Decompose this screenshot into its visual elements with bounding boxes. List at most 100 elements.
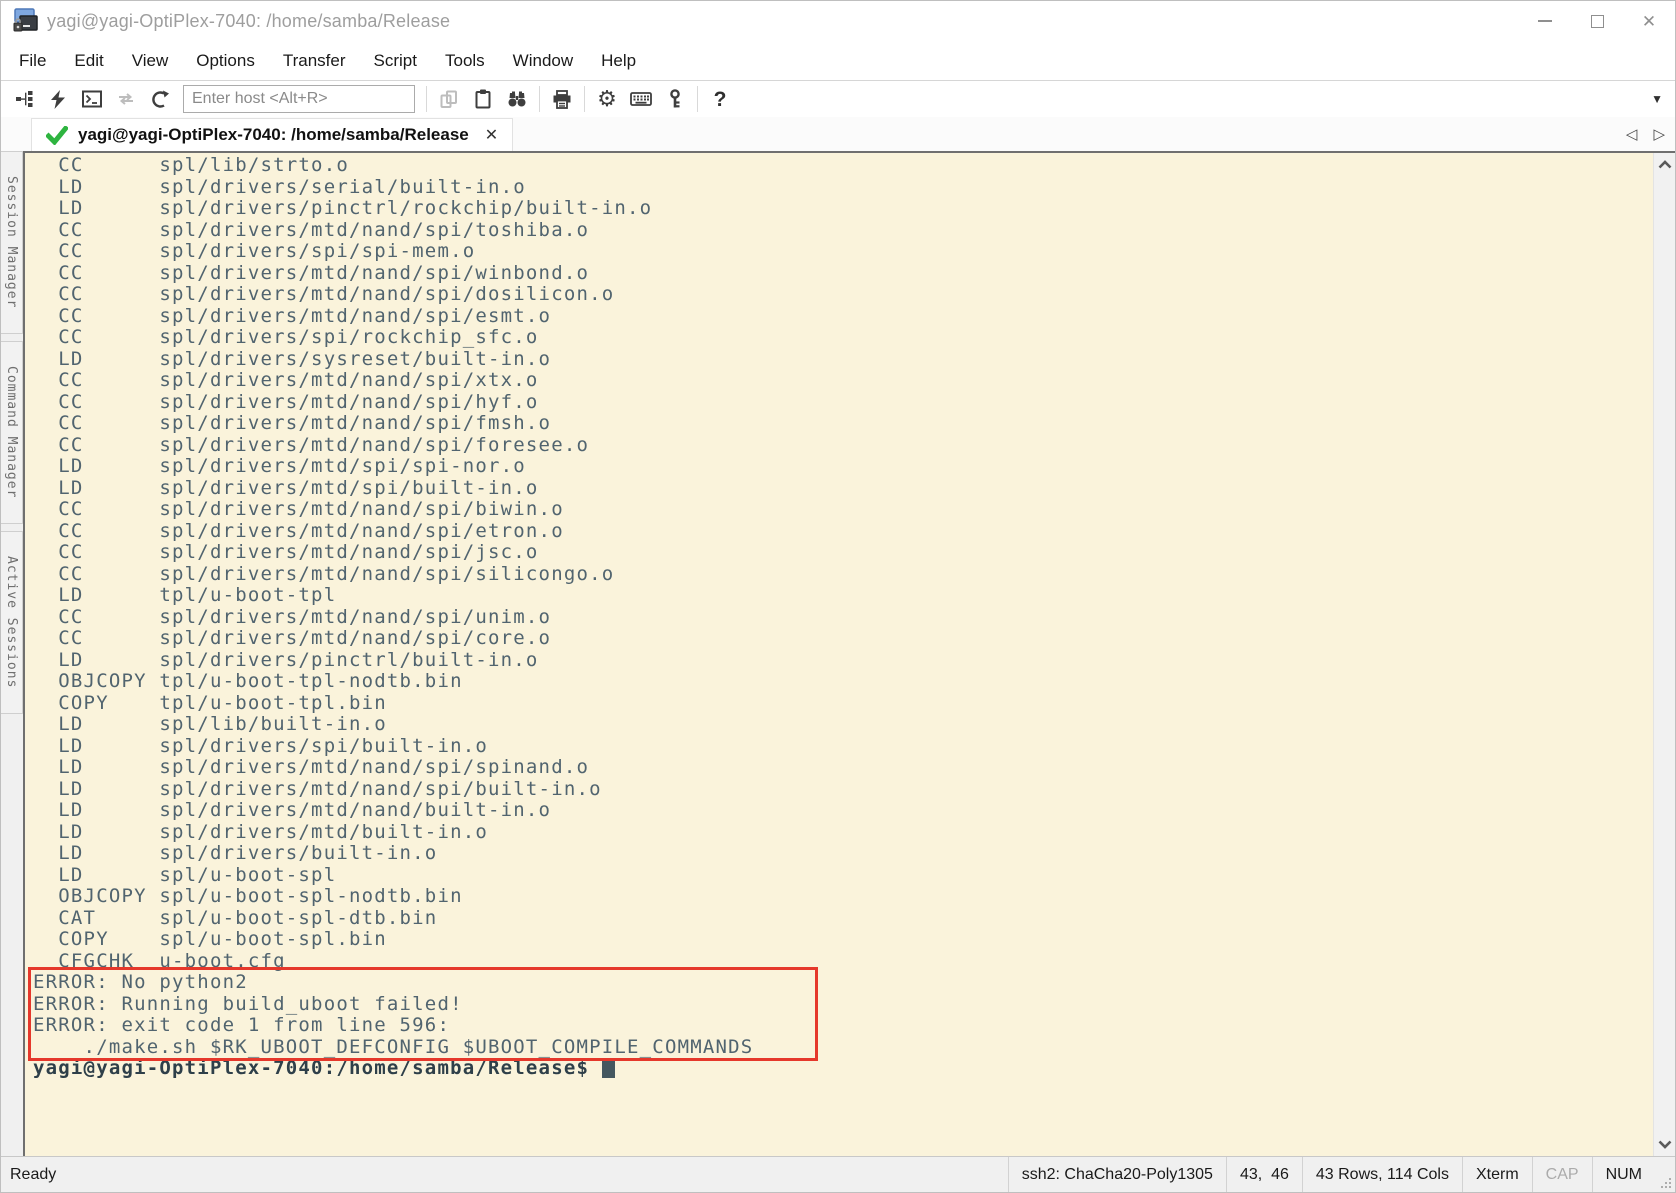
toolbar-separator [426, 86, 427, 112]
disconnect-icon[interactable] [143, 84, 177, 114]
status-encryption: ssh2: ChaCha20-Poly1305 [1007, 1157, 1226, 1192]
toolbar-separator [584, 86, 585, 112]
menu-item-window[interactable]: Window [499, 41, 587, 80]
terminal-line: CC spl/drivers/mtd/nand/spi/jsc.o [33, 541, 539, 563]
quick-connect-icon[interactable] [41, 84, 75, 114]
session-tab-label: yagi@yagi-OptiPlex-7040: /home/samba/Rel… [78, 125, 469, 144]
terminal-line: CC spl/drivers/mtd/nand/spi/foresee.o [33, 433, 590, 456]
terminal-line: OBJCOPY spl/u-boot-spl-nodtb.bin [33, 885, 463, 907]
terminal-line: CC spl/drivers/mtd/nand/spi/winbond.o [33, 261, 590, 284]
terminal-line: CC spl/drivers/mtd/nand/spi/core.o [33, 627, 552, 649]
terminal-line: CC spl/drivers/mtd/nand/spi/unim.o [33, 605, 552, 628]
terminal-line: CC spl/drivers/mtd/nand/spi/fmsh.o [33, 412, 552, 434]
menu-bar: File Edit View Options Transfer Script Tools Wi… [1, 41, 1675, 80]
close-button[interactable]: ✕ [1623, 1, 1675, 41]
menu-item-options[interactable]: Options [182, 41, 269, 80]
host-address-input[interactable] [183, 85, 415, 113]
error-highlight-region: ERROR: No python2 ERROR: Running build_ub… [28, 967, 1653, 1061]
help-icon[interactable]: ? [703, 84, 737, 114]
reconnect-icon[interactable] [109, 84, 143, 114]
terminal-line: LD spl/lib/built-in.o [33, 713, 387, 735]
new-terminal-icon[interactable] [75, 84, 109, 114]
xshell-window: yagi@yagi-OptiPlex-7040: /home/samba/Rel… [0, 0, 1676, 1193]
terminal-line: LD spl/drivers/serial/built-in.o [33, 175, 526, 198]
menu-item-help[interactable]: Help [587, 41, 650, 80]
terminal-line: CC spl/drivers/mtd/nand/spi/etron.o [33, 519, 564, 542]
window-title: yagi@yagi-OptiPlex-7040: /home/samba/Rel… [47, 10, 451, 31]
side-panel-strip: Session Manager Command Manager Active Ses… [1, 151, 23, 1156]
tab-scroll-right-icon[interactable]: ▷ [1653, 125, 1665, 143]
terminal-error-line: ERROR: Running build_uboot failed! [33, 992, 463, 1015]
tab-close-icon[interactable]: ✕ [485, 125, 498, 145]
window-controls: ✕ [1519, 1, 1675, 41]
toolbar-overflow-icon[interactable]: ▼ [1651, 92, 1663, 106]
terminal-line: CC spl/drivers/mtd/nand/spi/dosilicon.o [33, 283, 615, 305]
status-emulation: Xterm [1461, 1157, 1532, 1192]
tab-bar: yagi@yagi-OptiPlex-7040: /home/samba/Rel… [1, 117, 1675, 151]
terminal-line: CFGCHK u-boot.cfg [33, 949, 286, 972]
terminal-line: LD spl/drivers/spi/built-in.o [33, 734, 489, 757]
toolbar-separator [539, 86, 540, 112]
side-tab-command-manager[interactable]: Command Manager [1, 341, 23, 524]
find-icon[interactable] [500, 84, 534, 114]
terminal-error-line: ERROR: exit code 1 from line 596: [33, 1014, 451, 1036]
terminal-line: CC spl/drivers/mtd/nand/spi/biwin.o [33, 498, 564, 520]
keyboard-input-icon[interactable] [624, 84, 658, 114]
minimize-button[interactable] [1519, 1, 1571, 41]
terminal-screen[interactable]: CC spl/lib/strto.o LD spl/drivers/serial… [25, 153, 1653, 1156]
side-tab-session-manager[interactable]: Session Manager [1, 151, 23, 334]
terminal-line: CC spl/drivers/mtd/nand/spi/xtx.o [33, 369, 539, 391]
status-cursor-position: 43, 46 [1225, 1157, 1302, 1192]
vertical-scrollbar[interactable] [1653, 153, 1675, 1156]
terminal-line: LD tpl/u-boot-tpl [33, 584, 337, 606]
terminal-line: LD spl/u-boot-spl [33, 863, 337, 886]
tab-scroll-left-icon[interactable]: ◁ [1626, 125, 1638, 143]
status-num-lock: NUM [1591, 1157, 1655, 1192]
paste-icon[interactable] [466, 84, 500, 114]
shell-prompt: yagi@yagi-OptiPlex-7040:/home/samba/Rele… [33, 1057, 602, 1079]
terminal-error-line: ERROR: No python2 [33, 971, 248, 993]
terminal-line: COPY spl/u-boot-spl.bin [33, 928, 387, 950]
key-agent-icon[interactable] [658, 84, 692, 114]
terminal-widget: CC spl/lib/strto.o LD spl/drivers/serial… [23, 151, 1675, 1156]
terminal-line: LD spl/drivers/sysreset/built-in.o [33, 347, 552, 370]
close-icon: ✕ [1641, 11, 1657, 31]
terminal-line: CC spl/drivers/spi/spi-mem.o [33, 240, 476, 262]
terminal-line: COPY tpl/u-boot-tpl.bin [33, 691, 387, 714]
terminal-error-line: ./make.sh $RK_UBOOT_DEFCONFIG $UBOOT_COM… [33, 1035, 754, 1058]
app-icon [13, 8, 38, 32]
terminal-line: CC spl/drivers/mtd/nand/spi/silicongo.o [33, 562, 615, 585]
menu-item-tools[interactable]: Tools [431, 41, 499, 80]
terminal-line: LD spl/drivers/built-in.o [33, 842, 438, 864]
maximize-button[interactable] [1571, 1, 1623, 41]
terminal-line: LD spl/drivers/mtd/spi/built-in.o [33, 476, 539, 499]
maximize-icon [1590, 14, 1604, 28]
print-icon[interactable] [545, 84, 579, 114]
scroll-up-icon[interactable] [1658, 160, 1672, 169]
menu-item-edit[interactable]: Edit [60, 41, 117, 80]
connected-check-icon [46, 125, 68, 145]
terminal-line: CAT spl/u-boot-spl-dtb.bin [33, 906, 438, 929]
session-properties-gear-icon[interactable]: ⚙ [590, 84, 624, 114]
menu-item-transfer[interactable]: Transfer [269, 41, 360, 80]
copy-icon[interactable] [432, 84, 466, 114]
menu-item-file[interactable]: File [5, 41, 60, 80]
side-tab-active-sessions[interactable]: Active Sessions [1, 531, 23, 714]
terminal-line: LD spl/drivers/mtd/spi/spi-nor.o [33, 455, 526, 477]
prompt-line: yagi@yagi-OptiPlex-7040:/home/samba/Rele… [33, 1057, 1653, 1080]
status-segments: ssh2: ChaCha20-Poly1305 43, 46 43 Rows, … [1007, 1157, 1675, 1192]
minimize-icon [1538, 20, 1552, 22]
toolbar-separator [697, 86, 698, 112]
tool-bar: ⚙ ? ▼ [1, 80, 1675, 117]
scroll-down-icon[interactable] [1658, 1140, 1672, 1149]
session-tab[interactable]: yagi@yagi-OptiPlex-7040: /home/samba/Rel… [31, 118, 514, 151]
tab-scroll-nav: ◁ ▷ [1626, 125, 1665, 143]
terminal-line: CC spl/drivers/mtd/nand/spi/toshiba.o [33, 218, 590, 241]
status-bar: Ready ssh2: ChaCha20-Poly1305 43, 46 43 … [1, 1156, 1675, 1192]
resize-grip[interactable] [1655, 1157, 1675, 1192]
terminal-line: CC spl/drivers/spi/rockchip_sfc.o [33, 326, 539, 348]
terminal-line: CC spl/drivers/mtd/nand/spi/esmt.o [33, 304, 552, 327]
menu-item-view[interactable]: View [118, 41, 183, 80]
sessions-dialog-icon[interactable] [7, 84, 41, 114]
menu-item-script[interactable]: Script [360, 41, 431, 80]
